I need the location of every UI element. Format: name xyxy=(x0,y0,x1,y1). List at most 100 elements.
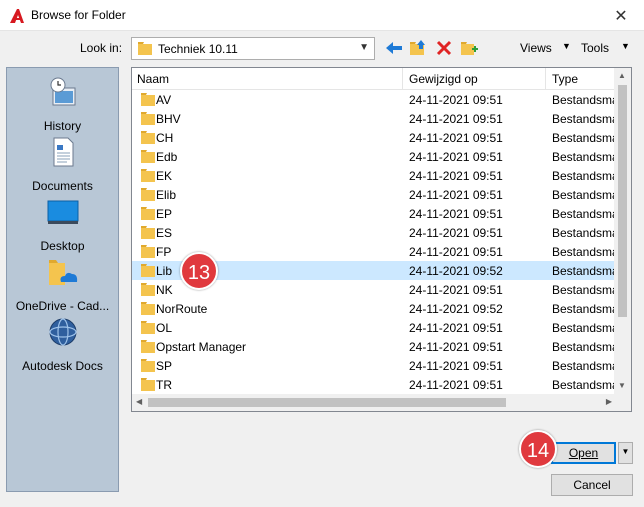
vertical-scrollbar[interactable]: ▲ ▼ xyxy=(614,68,631,396)
file-date: 24-11-2021 09:51 xyxy=(409,226,503,240)
file-list[interactable]: ^ Naam Gewijzigd op Type AV 24-11-2021 0… xyxy=(131,67,632,412)
horizontal-scroll-thumb[interactable] xyxy=(148,398,506,407)
place-label: History xyxy=(43,119,82,133)
file-date: 24-11-2021 09:52 xyxy=(409,264,503,278)
place-label: Documents xyxy=(32,179,93,193)
file-type: Bestandsma xyxy=(552,131,619,145)
file-row[interactable]: TR 24-11-2021 09:51 Bestandsma xyxy=(132,375,619,394)
new-folder-icon[interactable] xyxy=(460,40,478,56)
file-row[interactable]: AV 24-11-2021 09:51 Bestandsma xyxy=(132,90,619,109)
file-row[interactable]: Elib 24-11-2021 09:51 Bestandsma xyxy=(132,185,619,204)
place-documents[interactable]: Documents xyxy=(7,136,118,193)
file-name: CH xyxy=(156,131,174,145)
file-name: Elib xyxy=(156,188,177,202)
scroll-down-icon[interactable]: ▼ xyxy=(618,381,626,390)
chevron-down-icon: ▼ xyxy=(359,42,369,53)
file-row[interactable]: ES 24-11-2021 09:51 Bestandsma xyxy=(132,223,619,242)
file-name: SP xyxy=(156,359,173,373)
scroll-left-icon[interactable]: ◀ xyxy=(136,397,142,406)
up-folder-icon[interactable] xyxy=(409,40,427,56)
file-name: AV xyxy=(156,93,172,107)
file-name: NK xyxy=(156,283,173,297)
step-callout-14: 14 xyxy=(519,430,557,468)
file-date: 24-11-2021 09:51 xyxy=(409,283,503,297)
place-onedrive[interactable]: OneDrive - Cad... xyxy=(7,256,118,313)
vertical-scroll-thumb[interactable] xyxy=(618,85,627,317)
file-date: 24-11-2021 09:51 xyxy=(409,207,503,221)
folder-icon xyxy=(141,283,155,296)
cancel-button[interactable]: Cancel xyxy=(551,474,633,496)
folder-icon xyxy=(141,131,155,144)
close-icon: ✕ xyxy=(614,7,628,25)
folder-icon xyxy=(141,150,155,163)
folder-icon xyxy=(141,112,155,125)
file-row[interactable]: Opstart Manager 24-11-2021 09:51 Bestand… xyxy=(132,337,619,356)
column-divider[interactable] xyxy=(402,68,403,90)
open-button[interactable]: Open xyxy=(551,442,616,464)
place-history[interactable]: History xyxy=(7,76,118,133)
file-type: Bestandsma xyxy=(552,245,619,259)
file-row[interactable]: Edb 24-11-2021 09:51 Bestandsma xyxy=(132,147,619,166)
folder-icon xyxy=(141,188,155,201)
file-type: Bestandsma xyxy=(552,169,619,183)
chevron-down-icon: ▼ xyxy=(621,447,630,456)
file-row[interactable]: SP 24-11-2021 09:51 Bestandsma xyxy=(132,356,619,375)
file-date: 24-11-2021 09:51 xyxy=(409,93,503,107)
folder-icon xyxy=(141,207,155,220)
column-header-name[interactable]: Naam xyxy=(137,72,169,86)
folder-icon xyxy=(141,264,155,277)
look-in-dropdown[interactable]: Techniek 10.11 ▼ xyxy=(131,37,375,60)
file-type: Bestandsma xyxy=(552,378,619,392)
file-date: 24-11-2021 09:52 xyxy=(409,302,503,316)
file-name: OL xyxy=(156,321,173,335)
file-name: EK xyxy=(156,169,173,183)
file-type: Bestandsma xyxy=(552,150,619,164)
documents-icon xyxy=(53,137,73,167)
file-date: 24-11-2021 09:51 xyxy=(409,359,503,373)
file-row[interactable]: BHV 24-11-2021 09:51 Bestandsma xyxy=(132,109,619,128)
close-button[interactable]: ✕ xyxy=(598,0,644,31)
file-name: Lib xyxy=(156,264,173,278)
file-date: 24-11-2021 09:51 xyxy=(409,321,503,335)
delete-icon[interactable] xyxy=(435,40,453,56)
tools-menu[interactable]: Tools xyxy=(581,41,609,55)
scroll-up-icon[interactable]: ▲ xyxy=(618,71,626,80)
file-date: 24-11-2021 09:51 xyxy=(409,150,503,164)
file-date: 24-11-2021 09:51 xyxy=(409,112,503,126)
file-name: Edb xyxy=(156,150,178,164)
place-autodesk-docs[interactable]: Autodesk Docs xyxy=(7,316,118,373)
file-row[interactable]: OL 24-11-2021 09:51 Bestandsma xyxy=(132,318,619,337)
column-divider[interactable] xyxy=(545,68,546,90)
column-header-type[interactable]: Type xyxy=(552,72,578,86)
title-bar: Browse for Folder ✕ xyxy=(0,0,644,31)
views-dropdown-icon[interactable]: ▼ xyxy=(562,41,571,51)
file-type: Bestandsma xyxy=(552,302,619,316)
folder-icon xyxy=(141,359,155,372)
place-desktop[interactable]: Desktop xyxy=(7,196,118,253)
file-name: ES xyxy=(156,226,173,240)
open-options-dropdown[interactable]: ▼ xyxy=(618,442,633,464)
file-type: Bestandsma xyxy=(552,207,619,221)
file-type: Bestandsma xyxy=(552,188,619,202)
file-type: Bestandsma xyxy=(552,112,619,126)
file-date: 24-11-2021 09:51 xyxy=(409,188,503,202)
file-date: 24-11-2021 09:51 xyxy=(409,245,503,259)
desktop-icon xyxy=(47,200,78,224)
file-row[interactable]: CH 24-11-2021 09:51 Bestandsma xyxy=(132,128,619,147)
place-label: Desktop xyxy=(40,239,85,253)
column-header-modified[interactable]: Gewijzigd op xyxy=(409,72,478,86)
horizontal-scrollbar[interactable]: ◀ ▶ xyxy=(132,394,616,411)
file-row[interactable]: EK 24-11-2021 09:51 Bestandsma xyxy=(132,166,619,185)
file-type: Bestandsma xyxy=(552,321,619,335)
scroll-right-icon[interactable]: ▶ xyxy=(606,397,612,406)
file-type: Bestandsma xyxy=(552,359,619,373)
file-type: Bestandsma xyxy=(552,340,619,354)
file-row[interactable]: EP 24-11-2021 09:51 Bestandsma xyxy=(132,204,619,223)
file-date: 24-11-2021 09:51 xyxy=(409,378,503,392)
file-type: Bestandsma xyxy=(552,226,619,240)
file-row[interactable]: NorRoute 24-11-2021 09:52 Bestandsma xyxy=(132,299,619,318)
back-arrow-icon[interactable] xyxy=(385,40,403,56)
tools-dropdown-icon[interactable]: ▼ xyxy=(621,41,630,51)
onedrive-icon xyxy=(48,260,77,285)
views-menu[interactable]: Views xyxy=(520,41,552,55)
